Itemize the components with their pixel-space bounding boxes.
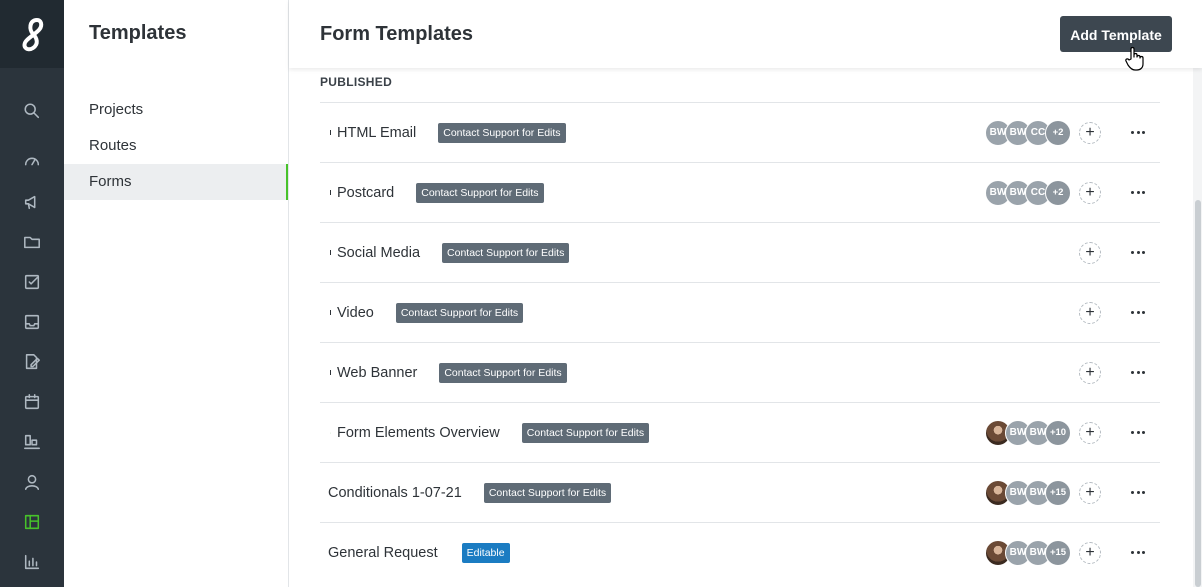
more-options-icon[interactable] [1131,131,1145,134]
icon-rail [0,0,64,587]
more-options-icon[interactable] [1131,371,1145,374]
more-options-icon[interactable] [1131,251,1145,254]
assignee-avatars[interactable]: BW BW +10 [985,419,1071,446]
assignee-avatars[interactable]: BW BW CC +2 [985,119,1071,146]
assignee-avatars[interactable]: BW BW CC +2 [985,179,1071,206]
hand-cursor-icon [1125,46,1144,71]
template-row[interactable]: Form Elements Overview Contact Support fo… [320,402,1160,462]
template-name[interactable]: Postcard [337,185,394,201]
more-options-icon[interactable] [1131,491,1145,494]
check-icon [320,426,331,440]
template-name[interactable]: Form Elements Overview [337,425,500,441]
template-row[interactable]: Web Banner Contact Support for Edits + [320,342,1160,402]
add-assignee-button[interactable]: + [1079,541,1101,564]
more-options-icon[interactable] [1131,551,1145,554]
assignee-avatars[interactable]: BW BW +15 [985,539,1071,566]
template-row[interactable]: Conditionals 1-07-21 Contact Support for … [320,462,1160,522]
more-assignees-count: +2 [1045,179,1071,206]
more-assignees-count: +10 [1045,419,1071,446]
bullet-icon [320,250,331,255]
add-assignee-button[interactable]: + [1079,121,1101,144]
template-name[interactable]: Conditionals 1-07-21 [328,485,462,501]
template-row[interactable]: Social Media Contact Support for Edits + [320,222,1160,282]
template-name[interactable]: HTML Email [337,125,416,141]
sidebar-item-forms[interactable]: Forms [64,164,288,200]
template-list: HTML Email Contact Support for Edits BW BW C… [320,102,1160,582]
contact-support-badge: Contact Support for Edits [439,362,567,383]
main-content: PUBLISHED HTML Email Contact Support for … [289,68,1193,587]
template-name[interactable]: Web Banner [337,365,417,381]
templates-icon[interactable] [20,510,44,534]
dashboard-icon[interactable] [20,149,44,173]
logo-icon [22,17,44,52]
bullet-icon [320,370,331,375]
page-title: Form Templates [320,23,473,45]
sidebar-item-routes[interactable]: Routes [64,128,288,164]
template-name[interactable]: Social Media [337,245,420,261]
more-assignees-count: +15 [1045,479,1071,506]
templates-sidebar: Templates Projects Routes Forms [64,0,289,587]
more-options-icon[interactable] [1131,311,1145,314]
reports-icon[interactable] [20,430,44,454]
add-assignee-button[interactable]: + [1079,481,1101,504]
template-row[interactable]: General Request Editable BW BW +15 + [320,522,1160,582]
contact-support-badge: Contact Support for Edits [521,422,650,443]
template-row[interactable]: Postcard Contact Support for Edits BW BW CC +… [320,162,1160,222]
add-assignee-button[interactable]: + [1079,301,1101,324]
bullet-icon [320,310,331,315]
folder-icon[interactable] [20,230,44,254]
editable-badge: Editable [461,542,510,563]
sidebar-item-projects[interactable]: Projects [64,92,288,128]
scrollbar-thumb[interactable] [1195,200,1201,587]
more-options-icon[interactable] [1131,431,1145,434]
bullet-icon [320,130,331,135]
edit-document-icon[interactable] [20,350,44,374]
add-assignee-button[interactable]: + [1079,241,1101,264]
megaphone-icon[interactable] [20,190,44,214]
template-row[interactable]: Video Contact Support for Edits + [320,282,1160,342]
more-options-icon[interactable] [1131,191,1145,194]
bullet-icon [320,190,331,195]
add-assignee-button[interactable]: + [1079,421,1101,444]
page-header: Form Templates Add Template [289,0,1202,71]
inbox-icon[interactable] [20,310,44,334]
add-template-button[interactable]: Add Template [1060,16,1172,52]
app-logo[interactable] [0,0,64,68]
sidebar-title: Templates [89,22,187,44]
template-name[interactable]: Video [337,305,374,321]
contact-support-badge: Contact Support for Edits [438,122,566,143]
assignee-avatars[interactable]: BW BW +15 [985,479,1071,506]
more-assignees-count: +15 [1045,539,1071,566]
add-assignee-button[interactable]: + [1079,181,1101,204]
calendar-icon[interactable] [20,390,44,414]
template-name[interactable]: General Request [328,545,438,561]
more-assignees-count: +2 [1045,119,1071,146]
contact-support-badge: Contact Support for Edits [483,482,612,503]
contact-support-badge: Contact Support for Edits [395,302,524,323]
user-icon[interactable] [20,470,44,494]
contact-support-badge: Contact Support for Edits [442,242,570,263]
tasks-icon[interactable] [20,270,44,294]
search-icon[interactable] [20,99,44,123]
template-row[interactable]: HTML Email Contact Support for Edits BW BW C… [320,102,1160,162]
add-assignee-button[interactable]: + [1079,361,1101,384]
section-label-published: PUBLISHED [320,75,393,89]
contact-support-badge: Contact Support for Edits [416,182,544,203]
analytics-icon[interactable] [20,550,44,574]
